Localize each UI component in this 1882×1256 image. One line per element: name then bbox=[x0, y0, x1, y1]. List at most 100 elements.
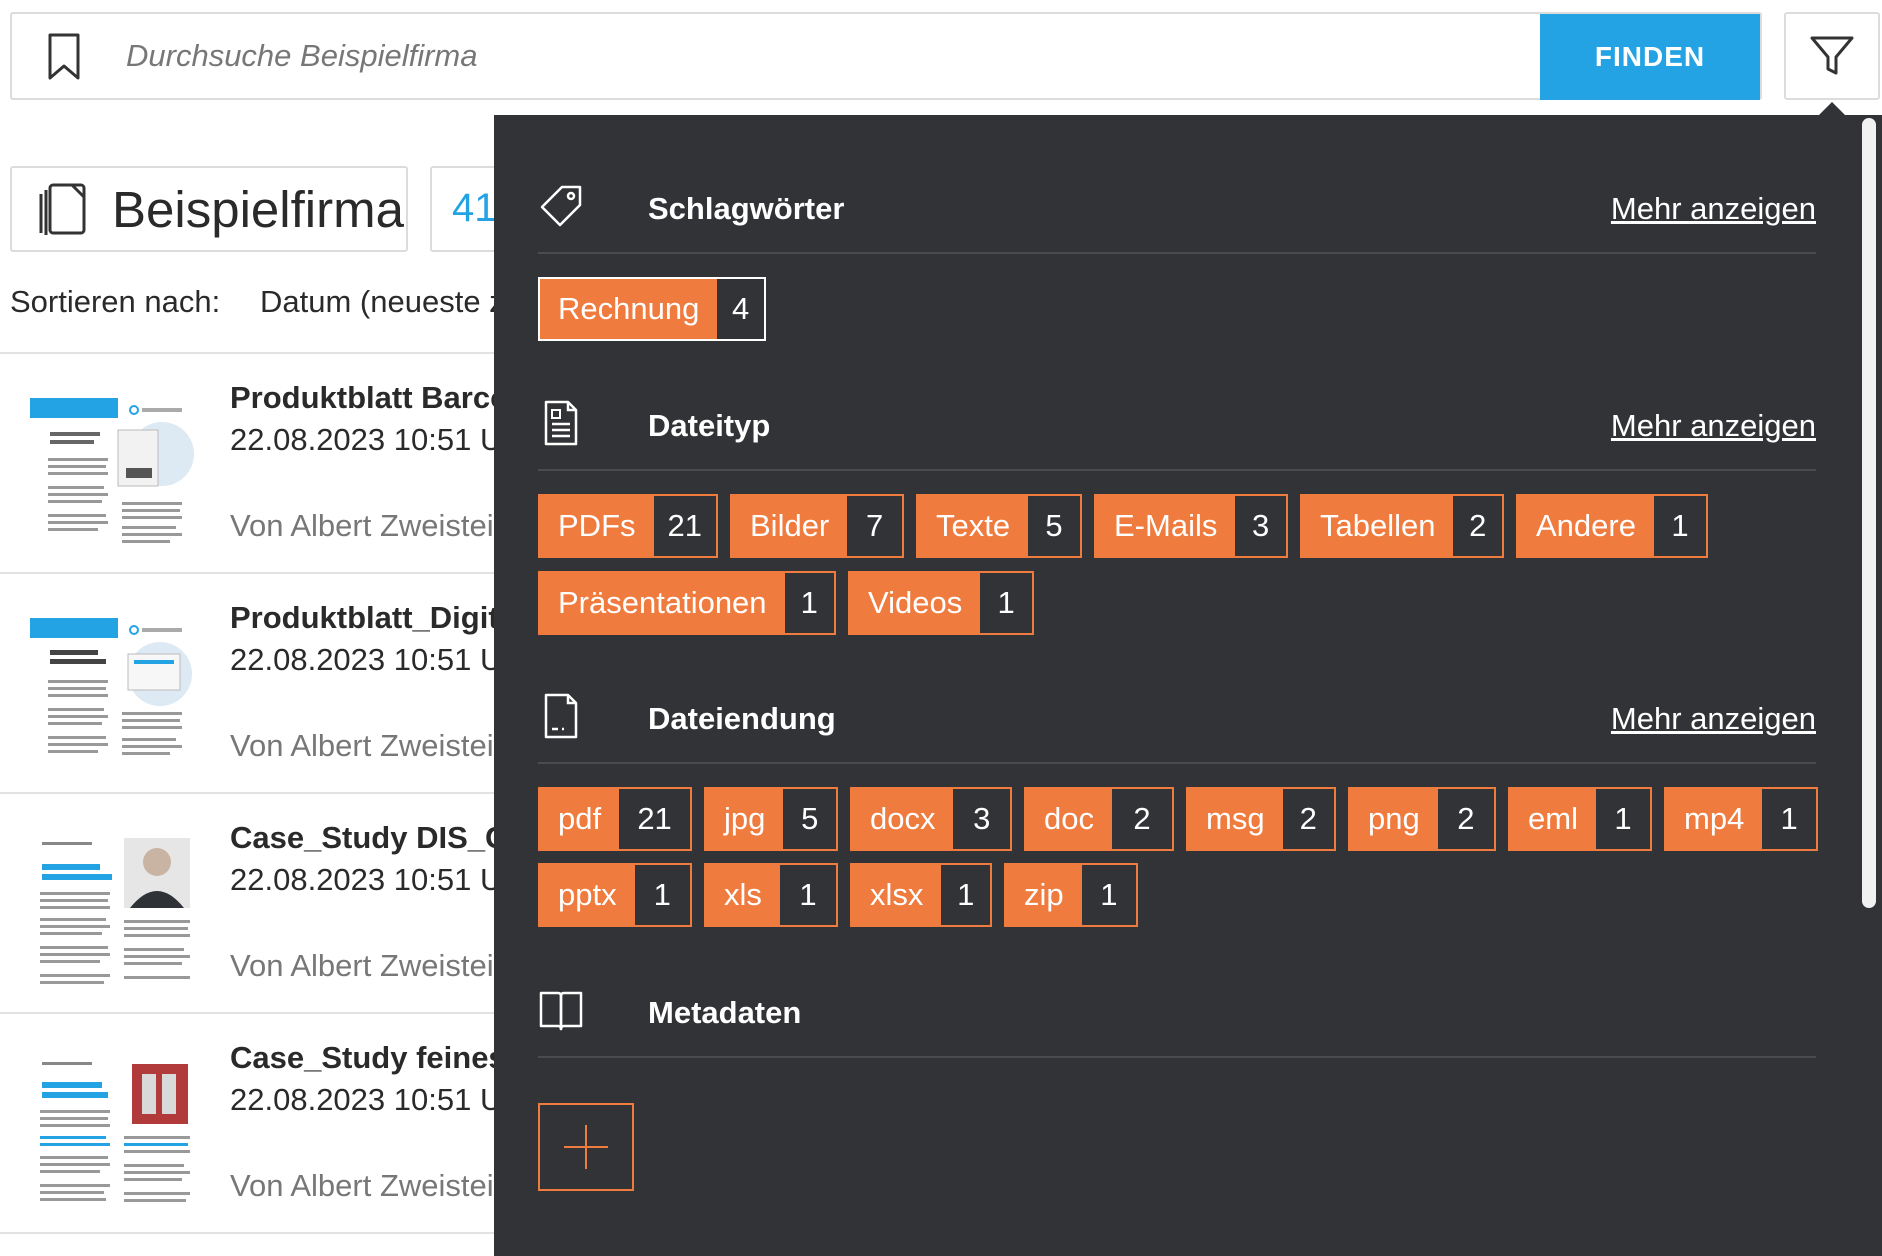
document-count: 41 bbox=[452, 186, 497, 230]
chip-label: Rechnung bbox=[540, 279, 718, 339]
filter-section-metadata: Metadaten bbox=[538, 981, 1816, 1041]
filter-chip[interactable]: eml 1 bbox=[1508, 787, 1652, 851]
chip-label: doc bbox=[1026, 789, 1112, 849]
panel-scrollbar[interactable] bbox=[1862, 118, 1876, 908]
filter-chip[interactable]: Texte 5 bbox=[916, 494, 1082, 558]
document-title[interactable]: Case_Study feiness bbox=[230, 1040, 523, 1076]
chip-label: xlsx bbox=[852, 865, 942, 925]
book-icon bbox=[539, 991, 583, 1031]
plus-icon bbox=[564, 1125, 608, 1169]
chip-label: pdf bbox=[540, 789, 620, 849]
document-author: Von Albert Zweistei bbox=[230, 948, 494, 983]
document-date: 22.08.2023 10:51 U bbox=[230, 1082, 503, 1117]
collection-header[interactable]: Beispielfirma bbox=[10, 166, 408, 252]
document-thumbnail bbox=[30, 816, 196, 992]
chip-label: Andere bbox=[1518, 496, 1654, 556]
filter-section-filetype: Dateityp Mehr anzeigen bbox=[538, 394, 1816, 454]
filter-chip[interactable]: msg 2 bbox=[1186, 787, 1336, 851]
filter-chip[interactable]: zip 1 bbox=[1004, 863, 1138, 927]
document-thumbnail bbox=[30, 376, 196, 552]
filter-chip[interactable]: png 2 bbox=[1348, 787, 1496, 851]
show-more-link[interactable]: Mehr anzeigen bbox=[1611, 191, 1816, 227]
filter-chip[interactable]: xls 1 bbox=[704, 863, 838, 927]
list-item[interactable]: Produktblatt_Digita 22.08.2023 10:51 U V… bbox=[0, 574, 516, 792]
chip-count: 5 bbox=[783, 789, 836, 849]
filter-chip[interactable]: docx 3 bbox=[850, 787, 1012, 851]
chip-count: 1 bbox=[1762, 789, 1816, 849]
search-bar: FINDEN bbox=[10, 12, 1762, 100]
filter-chip[interactable]: Bilder 7 bbox=[730, 494, 904, 558]
chip-count: 1 bbox=[1653, 496, 1706, 556]
chip-count: 21 bbox=[619, 789, 690, 849]
list-item[interactable]: Case_Study feiness 22.08.2023 10:51 U Vo… bbox=[0, 1014, 523, 1232]
show-more-link[interactable]: Mehr anzeigen bbox=[1611, 701, 1816, 737]
chip-label: Videos bbox=[850, 573, 981, 633]
document-lines-icon bbox=[544, 400, 578, 446]
chip-label: pptx bbox=[540, 865, 635, 925]
chip-label: Bilder bbox=[732, 496, 848, 556]
list-item[interactable]: Case_Study DIS_Gr 22.08.2023 10:51 U Von… bbox=[0, 794, 521, 1012]
section-divider bbox=[538, 762, 1816, 764]
list-item[interactable]: Produktblatt Barco 22.08.2023 10:51 U Vo… bbox=[0, 354, 509, 572]
search-input[interactable] bbox=[126, 28, 1526, 84]
chip-count: 1 bbox=[1595, 789, 1650, 849]
sort-label: Sortieren nach: bbox=[10, 284, 221, 319]
section-divider bbox=[538, 469, 1816, 471]
filter-chip[interactable]: Tabellen 2 bbox=[1300, 494, 1504, 558]
filter-chip[interactable]: PDFs 21 bbox=[538, 494, 718, 558]
filter-chip[interactable]: Präsentationen 1 bbox=[538, 571, 836, 635]
document-thumbnail bbox=[30, 596, 196, 772]
chip-count: 1 bbox=[784, 573, 834, 633]
section-divider bbox=[538, 1056, 1816, 1058]
sort-select[interactable]: Datum (neueste z bbox=[260, 284, 505, 320]
document-title[interactable]: Produktblatt Barco bbox=[230, 380, 509, 416]
chip-label: Präsentationen bbox=[540, 573, 785, 633]
chip-label: docx bbox=[852, 789, 954, 849]
chip-count: 2 bbox=[1453, 496, 1502, 556]
chip-count: 3 bbox=[1235, 496, 1286, 556]
documents-stack-icon bbox=[39, 183, 86, 235]
chip-label: mp4 bbox=[1666, 789, 1763, 849]
chip-label: Tabellen bbox=[1302, 496, 1454, 556]
filter-chip[interactable]: pdf 21 bbox=[538, 787, 692, 851]
document-title[interactable]: Case_Study DIS_Gr bbox=[230, 820, 521, 856]
chip-count: 4 bbox=[717, 279, 764, 339]
filter-chip[interactable]: doc 2 bbox=[1024, 787, 1174, 851]
chip-label: msg bbox=[1188, 789, 1283, 849]
add-metadata-button[interactable] bbox=[538, 1103, 634, 1191]
chip-count: 1 bbox=[634, 865, 690, 925]
filter-chip[interactable]: xlsx 1 bbox=[850, 863, 992, 927]
chip-count: 1 bbox=[779, 865, 836, 925]
filter-section-extension: Dateiendung Mehr anzeigen bbox=[538, 687, 1816, 747]
chip-label: xls bbox=[706, 865, 780, 925]
chip-count: 2 bbox=[1111, 789, 1172, 849]
filter-chip[interactable]: Andere 1 bbox=[1516, 494, 1708, 558]
find-button[interactable]: FINDEN bbox=[1540, 14, 1760, 100]
show-more-link[interactable]: Mehr anzeigen bbox=[1611, 408, 1816, 444]
filter-chip[interactable]: pptx 1 bbox=[538, 863, 692, 927]
section-divider bbox=[538, 252, 1816, 254]
section-title: Dateiendung bbox=[648, 701, 836, 736]
document-title[interactable]: Produktblatt_Digita bbox=[230, 600, 516, 636]
chip-count: 2 bbox=[1437, 789, 1494, 849]
chip-count: 5 bbox=[1028, 496, 1080, 556]
filter-toggle-button[interactable] bbox=[1784, 12, 1880, 100]
bookmark-icon[interactable] bbox=[46, 32, 82, 82]
filter-chip[interactable]: Rechnung 4 bbox=[538, 277, 766, 341]
chip-label: eml bbox=[1510, 789, 1596, 849]
collection-name: Beispielfirma bbox=[112, 180, 404, 238]
chip-label: zip bbox=[1006, 865, 1082, 925]
file-icon bbox=[544, 693, 578, 739]
chip-label: Texte bbox=[918, 496, 1029, 556]
document-date: 22.08.2023 10:51 U bbox=[230, 642, 503, 677]
filter-chip[interactable]: mp4 1 bbox=[1664, 787, 1818, 851]
chip-label: png bbox=[1350, 789, 1438, 849]
chip-count: 1 bbox=[980, 573, 1032, 633]
chip-label: jpg bbox=[706, 789, 784, 849]
filter-chip[interactable]: jpg 5 bbox=[704, 787, 838, 851]
document-author: Von Albert Zweistei bbox=[230, 728, 494, 763]
document-date: 22.08.2023 10:51 U bbox=[230, 862, 503, 897]
filter-chip[interactable]: E-Mails 3 bbox=[1094, 494, 1288, 558]
chip-count: 3 bbox=[953, 789, 1010, 849]
filter-chip[interactable]: Videos 1 bbox=[848, 571, 1034, 635]
